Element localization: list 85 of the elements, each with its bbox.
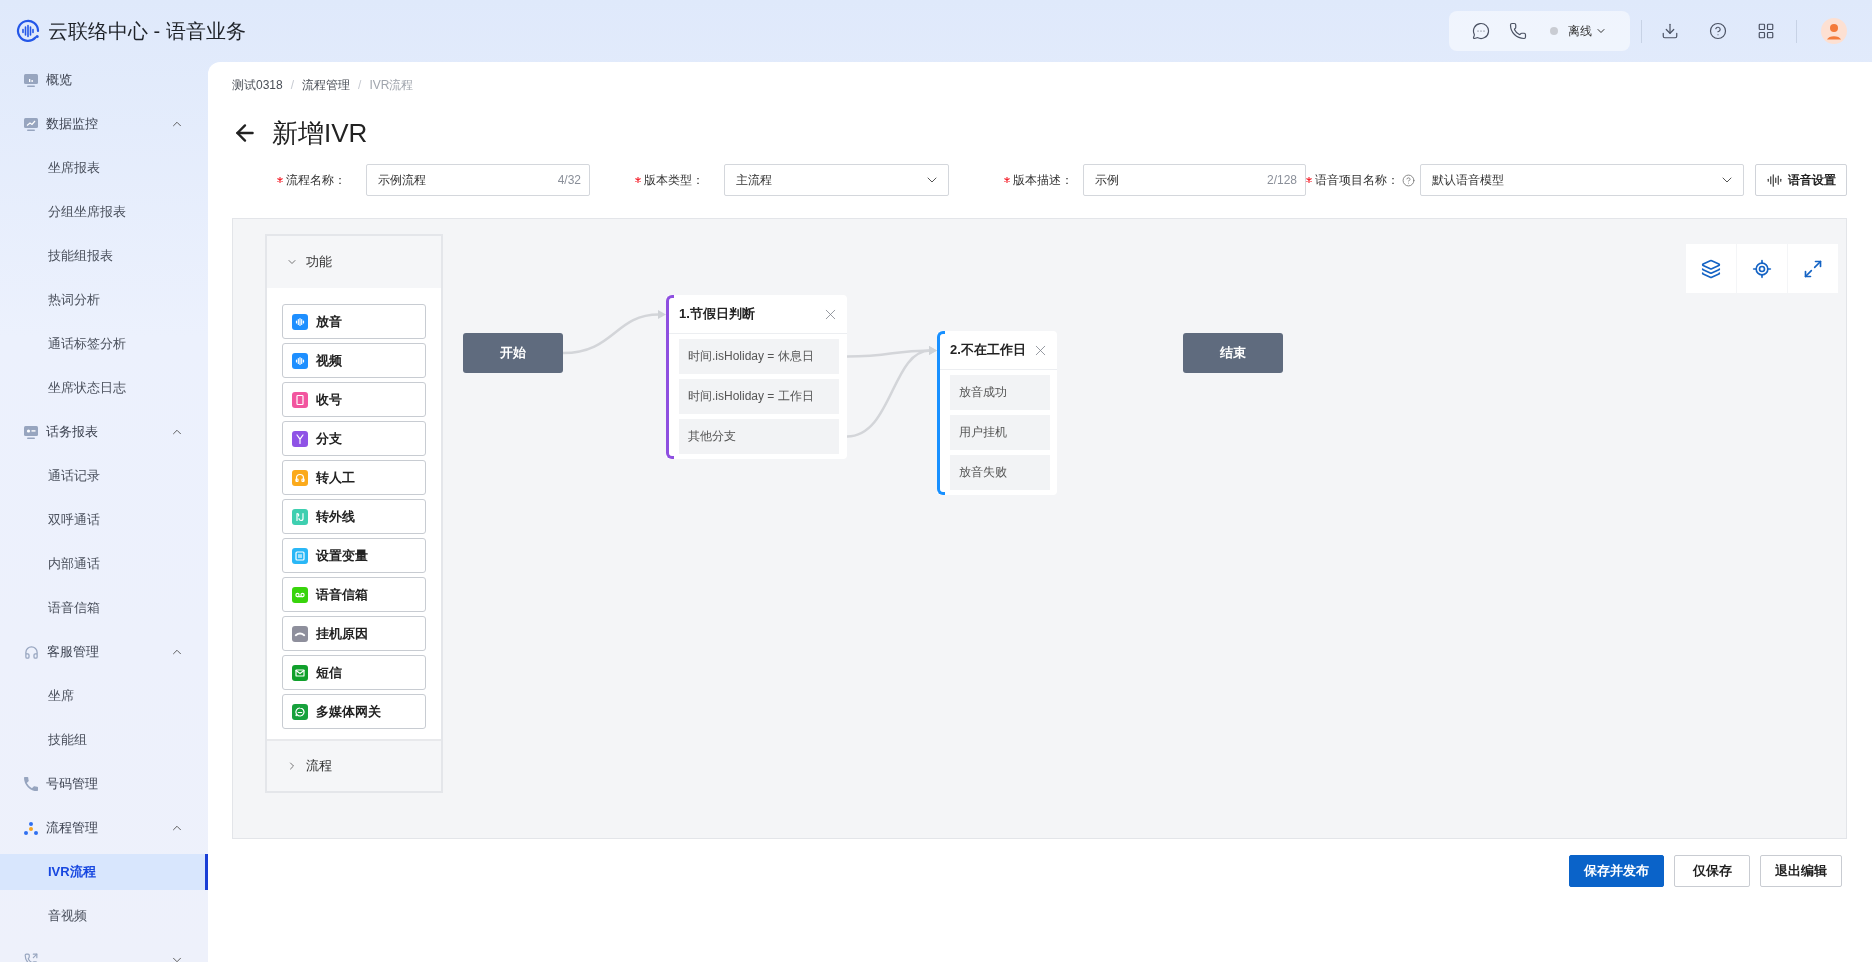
nav-item[interactable]: 语音信箱 [0,590,208,626]
node-title: 2.不在工作日 [950,341,1026,359]
phone-icon [24,777,38,791]
fullscreen-button[interactable] [1788,244,1838,293]
palette-item[interactable]: 语音信箱 [282,577,426,612]
nav-item[interactable]: 音视频 [0,898,208,934]
chat-icon[interactable] [1472,22,1490,40]
nav-item[interactable]: 号码管理 [0,766,208,802]
palette-section-header[interactable]: 流程 [267,739,441,791]
char-count: 2/128 [1266,173,1297,187]
nav-item[interactable]: 坐席状态日志 [0,370,208,406]
layers-icon [1701,258,1721,279]
nav-group[interactable]: 流程管理 [0,810,208,846]
palette-item[interactable]: 收号 [282,382,426,417]
nav-item[interactable]: 热词分析 [0,282,208,318]
nav-item[interactable]: 内部通话 [0,546,208,582]
help-icon[interactable] [1402,173,1415,187]
field-label: 版本类型： [644,171,704,189]
nav-group[interactable]: 数据监控 [0,106,208,142]
char-count: 4/32 [557,173,581,187]
palette-item[interactable]: 转外线 [282,499,426,534]
palette-item[interactable]: 多媒体网关 [282,694,426,729]
branch-row: 时间.isHoliday = 休息日 [679,339,839,374]
grid-icon[interactable] [1757,22,1775,40]
nav-item[interactable]: 坐席 [0,678,208,714]
field-label: 语音项目名称： [1315,171,1399,189]
app-title: 云联络中心 - 语音业务 [48,18,246,44]
voice-settings-button[interactable]: 语音设置 [1755,164,1847,196]
branch-row: 时间.isHoliday = 工作日 [679,379,839,414]
nav-item[interactable]: 双呼通话 [0,502,208,538]
palette-item[interactable]: 放音 [282,304,426,339]
chart-monitor-icon [24,117,38,131]
sound-wave-icon [1766,172,1782,188]
palette-item[interactable]: 转人工 [282,460,426,495]
branch-row: 其他分支 [679,419,839,454]
expand-icon [1803,258,1823,279]
terminal-node: 结束 [1183,333,1283,373]
field-label: 版本描述： [1013,171,1073,189]
node-title: 1.节假日判断 [679,305,755,323]
layers-button[interactable] [1686,244,1736,293]
page-title: 新增IVR [272,117,368,150]
download-icon[interactable] [1661,22,1679,40]
text-input[interactable]: 示例流程 4/32 [366,164,590,196]
nav-group[interactable]: 客服管理 [0,634,208,670]
monitor-icon [24,425,38,439]
phone-icon[interactable] [1509,22,1527,40]
palette-item[interactable]: 视频 [282,343,426,378]
secondary-button[interactable]: 仅保存 [1674,855,1750,887]
branch-row: 放音失败 [950,455,1050,490]
nav-item[interactable]: 技能组 [0,722,208,758]
breadcrumb-separator: / [358,77,362,93]
palette-section-header[interactable]: 功能 [267,236,441,288]
select-field[interactable]: 主流程 [724,164,949,196]
text-input[interactable]: 示例 2/128 [1083,164,1306,196]
palette-item[interactable]: 分支 [282,421,426,456]
branch-row: 用户挂机 [950,415,1050,450]
nav-item[interactable]: 坐席报表 [0,150,208,186]
nav-item[interactable]: 通话记录 [0,458,208,494]
primary-button[interactable]: 保存并发布 [1569,855,1664,887]
palette-item[interactable]: 挂机原因 [282,616,426,651]
breadcrumb-link[interactable]: 测试0318 [232,77,283,93]
nav-group[interactable]: 话务报表 [0,414,208,450]
nav-item[interactable]: 概览 [0,62,208,98]
locate-button[interactable] [1737,244,1787,293]
status-dropdown[interactable]: 离线 [1546,22,1607,40]
secondary-button[interactable]: 退出编辑 [1760,855,1842,887]
palette-item[interactable]: 设置变量 [282,538,426,573]
help-icon[interactable] [1709,22,1727,40]
terminal-node: 开始 [463,333,563,373]
target-icon [1752,258,1772,279]
palette-item[interactable]: 短信 [282,655,426,690]
field-label: 流程名称： [286,171,346,189]
nodes-icon [24,821,38,835]
nav-item[interactable]: 技能组报表 [0,238,208,274]
select-field[interactable]: 默认语音模型 [1420,164,1744,196]
nav-item[interactable]: 分组坐席报表 [0,194,208,230]
nav-item[interactable]: IVR流程 [0,854,208,890]
branch-row: 放音成功 [950,375,1050,410]
monitor-icon [24,73,38,87]
status-dot-icon [1550,27,1558,35]
headset-icon [24,644,39,660]
breadcrumb-link[interactable]: 流程管理 [302,77,351,93]
logo-icon [16,19,40,43]
nav-item[interactable]: 通话标签分析 [0,326,208,362]
breadcrumb-separator: / [290,77,295,93]
